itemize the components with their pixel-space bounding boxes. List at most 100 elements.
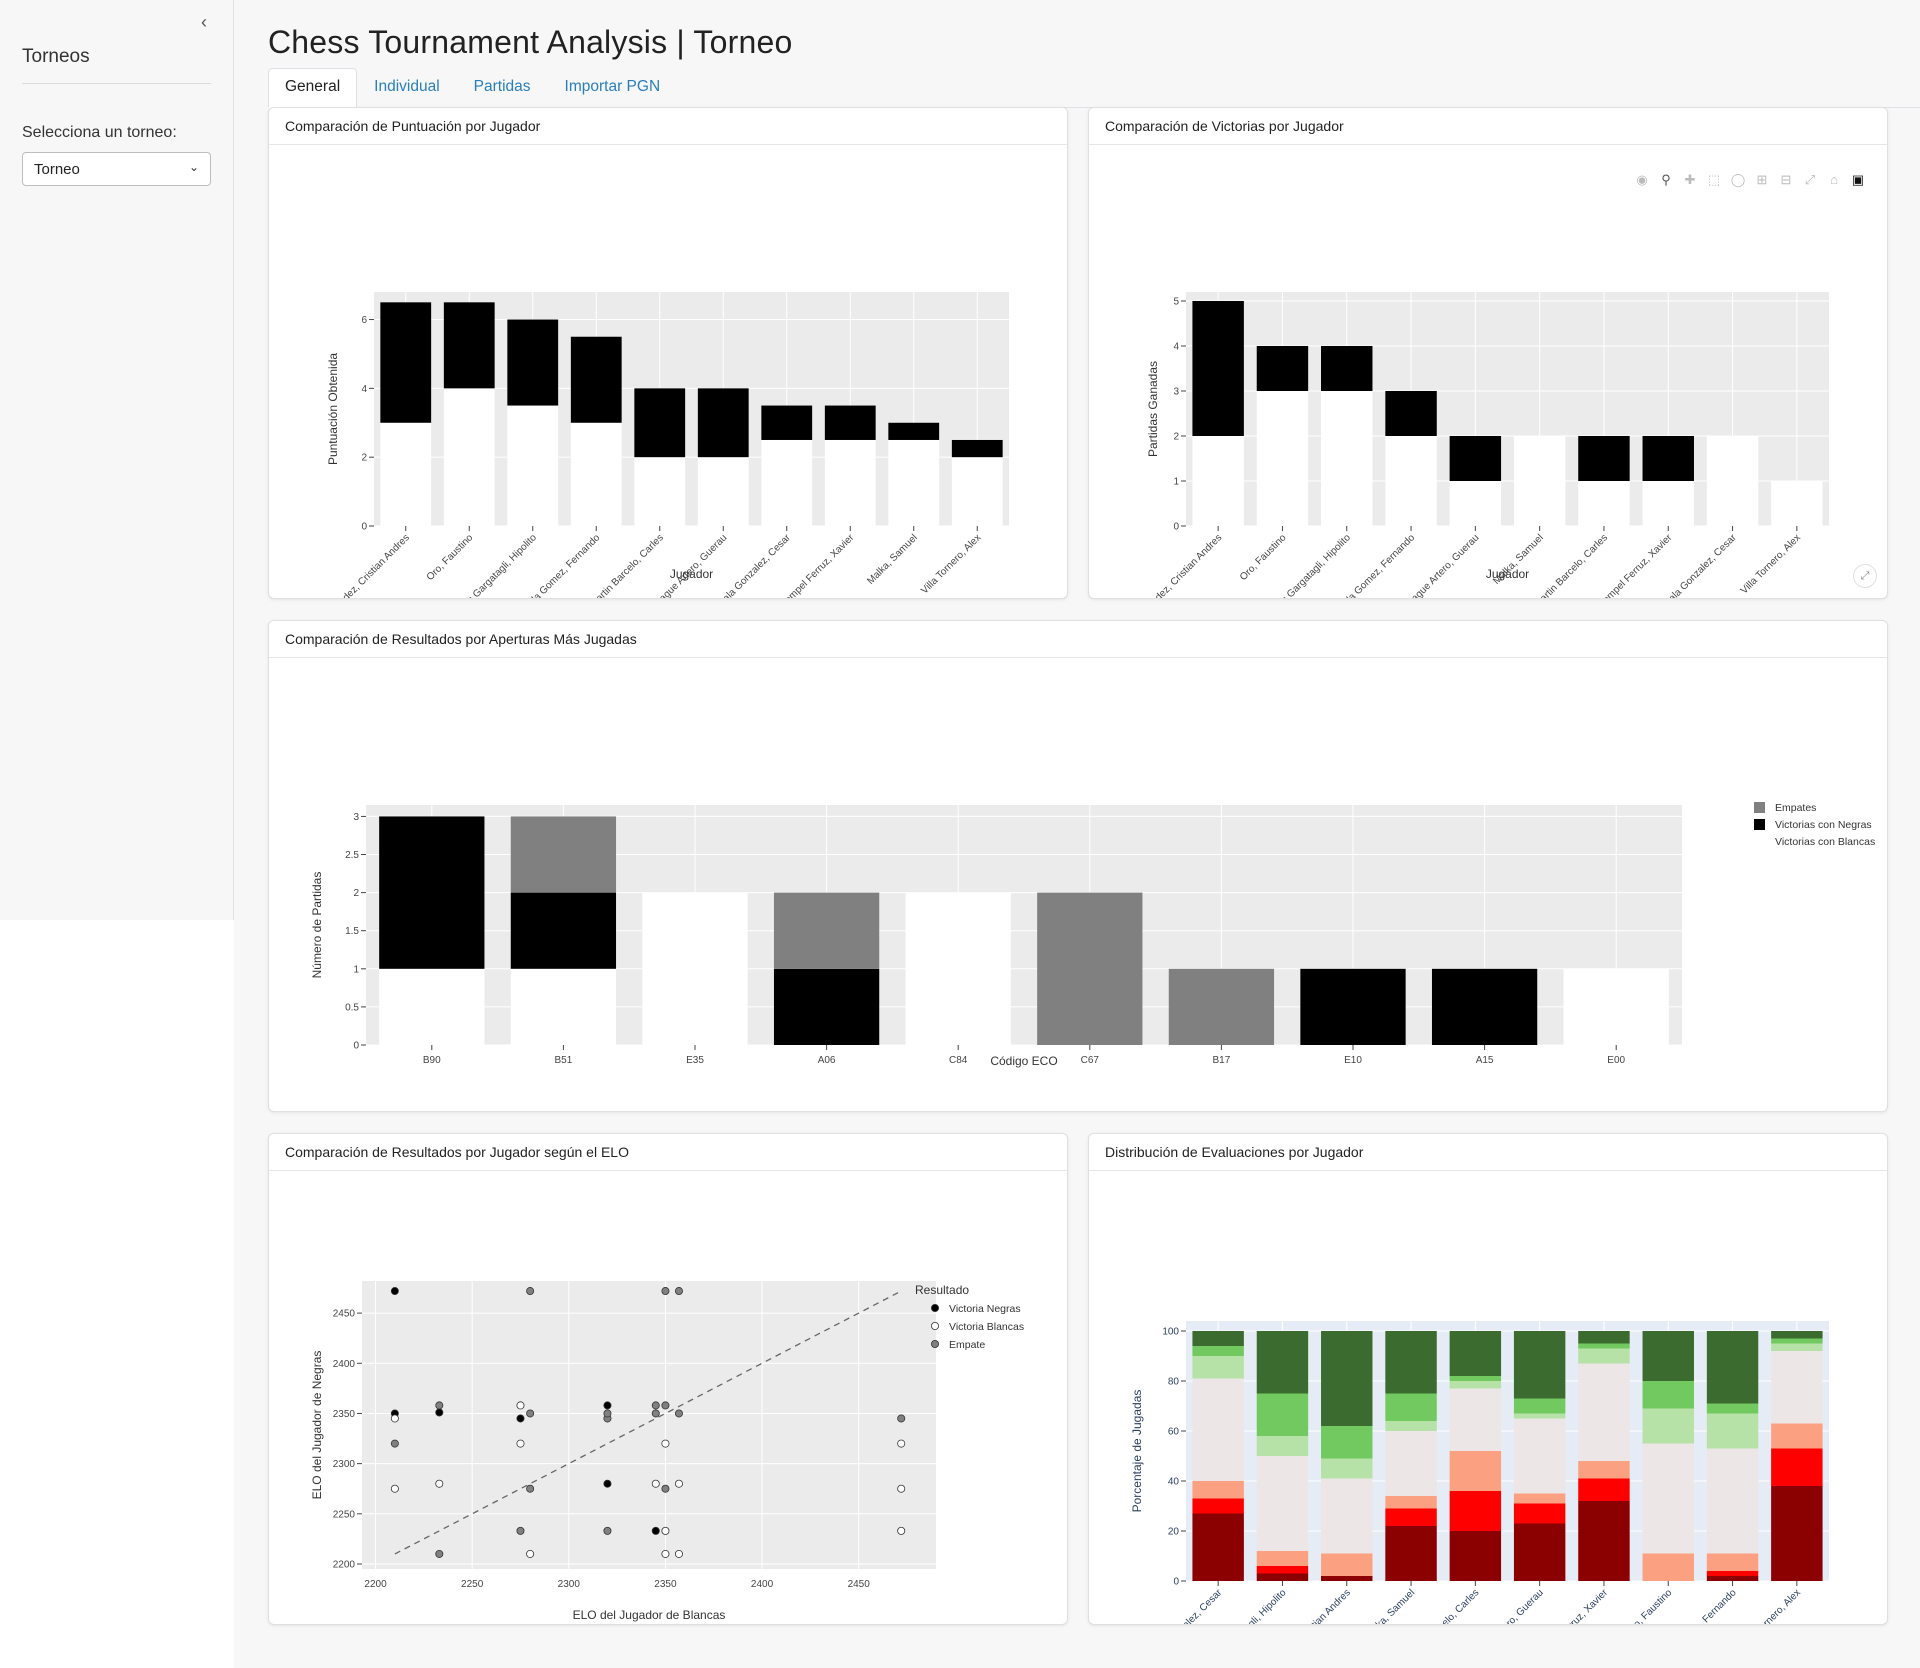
y-tick-label: 2450: [333, 1309, 356, 1320]
bar: [1192, 1481, 1244, 1499]
bar: [1256, 1573, 1309, 1581]
scatter-point: [516, 1439, 525, 1448]
bar: [1771, 1448, 1823, 1486]
x-tick-label: 2450: [848, 1579, 871, 1590]
bar: [1192, 1378, 1244, 1481]
bar: [1642, 1443, 1694, 1554]
y-tick-label: 2250: [333, 1509, 356, 1520]
legend-label: Empate: [949, 1339, 985, 1351]
y-axis-label: Porcentaje de Jugadas: [1130, 1390, 1144, 1513]
main-content: Chess Tournament Analysis | Torneo Gener…: [234, 0, 1920, 1668]
y-tick-label: 4: [1173, 342, 1179, 353]
chart-elo[interactable]: 2200 2250 2300 2350 2400 2450 2200 2250 2300 2350…: [269, 1171, 1067, 1624]
bar: [1771, 1423, 1823, 1449]
bar: [379, 816, 485, 969]
bar: [951, 439, 1003, 458]
expand-icon[interactable]: ⤢: [1853, 564, 1877, 588]
camera-icon[interactable]: ◉: [1633, 171, 1651, 189]
scatter-point: [897, 1439, 906, 1448]
bar: [1385, 1431, 1437, 1496]
bar: [1578, 481, 1630, 526]
bar: [824, 439, 876, 526]
y-tick-label: 0: [353, 1041, 359, 1052]
x-tick-label: Villa Tornero, Alex: [919, 532, 983, 596]
y-tick-label: 2300: [333, 1459, 356, 1470]
scatter-point: [516, 1401, 525, 1410]
bar: [510, 816, 617, 893]
box-select-icon[interactable]: ⬚: [1705, 171, 1723, 189]
chart-evaluaciones[interactable]: 020406080100Alcala Gonzalez, CesarAsis G…: [1089, 1171, 1887, 1624]
bar: [1256, 391, 1309, 526]
bar: [1578, 436, 1630, 481]
bar: [1449, 1388, 1502, 1451]
bar: [1578, 1331, 1630, 1344]
y-tick-label: 0.5: [345, 1002, 359, 1013]
zoom-out-icon[interactable]: ⊟: [1777, 171, 1795, 189]
scatter-point: [661, 1287, 670, 1296]
tournament-select[interactable]: Torneo ⌄: [22, 152, 211, 186]
bar: [1578, 1348, 1630, 1364]
bar: [1385, 436, 1437, 526]
scatter-point: [674, 1287, 683, 1296]
chart-victorias[interactable]: 0 1 2 3 4 5 Hernandez, Cristian Andres Oro, Fau…: [1089, 145, 1887, 598]
bar: [1321, 1553, 1373, 1576]
bar: [1642, 1408, 1694, 1444]
tab-general[interactable]: General: [268, 68, 358, 108]
lasso-icon[interactable]: ◯: [1729, 171, 1747, 189]
bar: [1256, 1456, 1309, 1551]
legend-label: Empates: [1775, 802, 1816, 814]
modebar: ◉ ⚲ ✚ ⬚ ◯ ⊞ ⊟ ⤢ ⌂ ▣: [1633, 171, 1867, 189]
autoscale-icon[interactable]: ⤢: [1801, 171, 1819, 189]
bar: [1706, 1448, 1759, 1554]
legend-marker: [931, 1339, 940, 1348]
scatter-point: [661, 1484, 670, 1493]
bar: [507, 319, 559, 406]
legend-label: Victoria Blancas: [949, 1321, 1024, 1333]
legend-label: Victorias con Negras: [1775, 819, 1872, 831]
bar: [1256, 1393, 1309, 1436]
tab-importar-pgn[interactable]: Importar PGN: [548, 68, 678, 108]
x-tick-label: C67: [1081, 1055, 1100, 1066]
legend-label: Victorias con Blancas: [1775, 836, 1875, 848]
plotly-logo-icon[interactable]: ▣: [1849, 171, 1867, 189]
x-tick-label: Villa Tornero, Alex: [1739, 532, 1803, 596]
chart-puntuacion[interactable]: 0 2 4 6 Hernandez, Cristian Andres Oro, Faust…: [269, 145, 1067, 598]
x-tick-label: Hernandez, Cristian Andres: [1130, 532, 1224, 598]
bar: [642, 892, 748, 1045]
bar: [380, 302, 432, 423]
pan-icon[interactable]: ✚: [1681, 171, 1699, 189]
bar: [1037, 892, 1143, 1045]
y-tick-label: 80: [1168, 1377, 1180, 1388]
scatter-point: [674, 1479, 683, 1488]
y-tick-label: 1: [353, 964, 359, 975]
x-tick-label: E00: [1607, 1055, 1625, 1066]
bar: [773, 892, 880, 969]
y-tick-label: 0: [1173, 1577, 1179, 1588]
x-tick-label: B90: [423, 1055, 441, 1066]
tab-individual[interactable]: Individual: [357, 68, 457, 108]
home-icon[interactable]: ⌂: [1825, 171, 1843, 189]
y-tick-label: 1: [1173, 477, 1179, 488]
bar: [1706, 1571, 1759, 1576]
bar: [1771, 481, 1823, 526]
bar: [443, 302, 495, 389]
y-tick-label: 0: [1173, 522, 1179, 533]
legend-title: Resultado: [915, 1283, 969, 1297]
bar: [1578, 1461, 1630, 1479]
bar: [1642, 436, 1694, 481]
card-puntuacion: Comparación de Puntuación por Jugador 0 2…: [268, 107, 1068, 599]
zoom-icon[interactable]: ⚲: [1657, 171, 1675, 189]
x-tick-label: B51: [555, 1055, 573, 1066]
x-tick-label: 2200: [364, 1579, 387, 1590]
chevron-left-icon[interactable]: ‹: [196, 12, 212, 32]
y-tick-label: 100: [1162, 1327, 1179, 1338]
zoom-in-icon[interactable]: ⊞: [1753, 171, 1771, 189]
card-title: Comparación de Puntuación por Jugador: [269, 108, 1067, 145]
bar: [1192, 1513, 1244, 1581]
bar: [1385, 391, 1437, 436]
bar: [1706, 1553, 1759, 1571]
y-tick-label: 2350: [333, 1409, 356, 1420]
card-title: Comparación de Victorias por Jugador: [1089, 108, 1887, 145]
chart-aperturas[interactable]: 0 0.5 1 1.5 2 2.5 3 B90 B51 E35 A06 C84 C67 B17 E10 A15…: [269, 658, 1887, 1111]
tab-partidas[interactable]: Partidas: [457, 68, 548, 108]
